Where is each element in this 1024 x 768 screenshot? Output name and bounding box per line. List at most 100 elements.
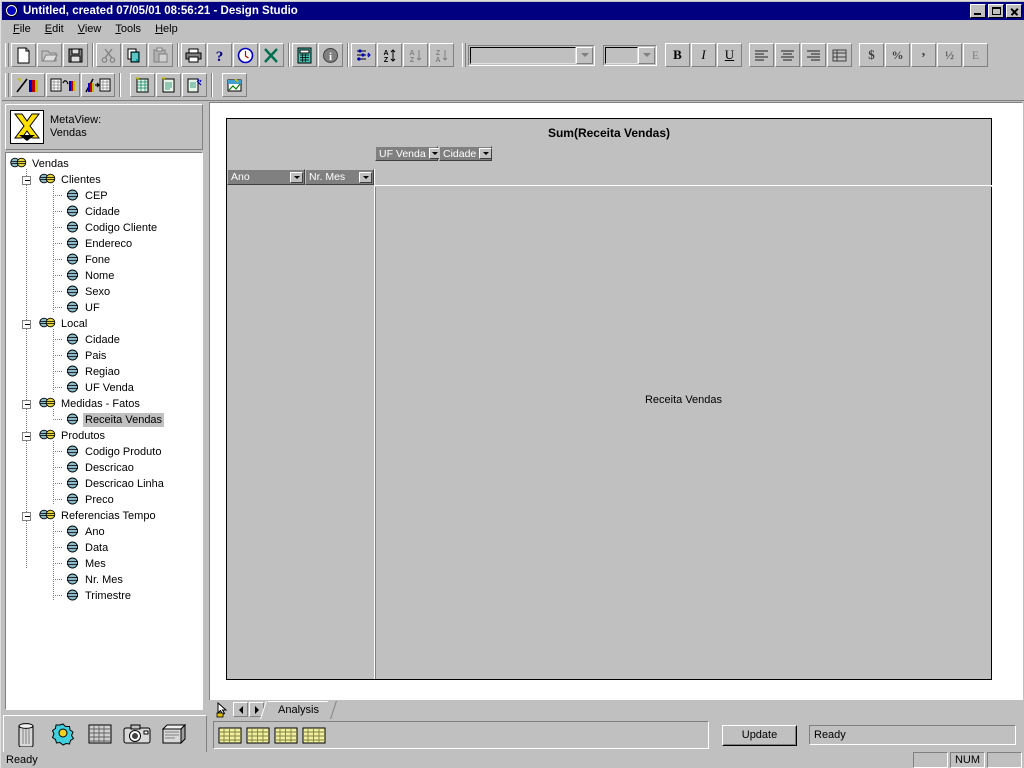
chevron-down-icon[interactable] <box>638 46 655 64</box>
tree-item-nr-mes[interactable]: Nr. Mes <box>50 572 125 588</box>
tab-analysis[interactable]: Analysis <box>268 700 329 719</box>
chevron-down-icon[interactable] <box>359 171 372 183</box>
font-size-value[interactable] <box>605 46 638 64</box>
sort-az-icon[interactable]: A Z <box>377 43 402 67</box>
archive-icon[interactable] <box>158 719 190 749</box>
font-name-combo[interactable] <box>468 44 595 66</box>
sheet-grid-icon-2[interactable] <box>245 725 271 745</box>
tree-item-preco[interactable]: Preco <box>50 492 116 508</box>
row-dimension-nr-mes[interactable]: Nr. Mes <box>305 169 374 185</box>
close-button[interactable] <box>1006 4 1022 18</box>
fraction-format-button[interactable]: ½ <box>937 43 962 67</box>
save-icon[interactable] <box>63 43 88 67</box>
tree-item-cidade-local[interactable]: Cidade <box>50 332 122 348</box>
tree-item-trimestre[interactable]: Trimestre <box>50 588 133 604</box>
tree-group-produtos[interactable]: Produtos <box>22 428 107 444</box>
report-wizard-icon[interactable] <box>182 73 207 97</box>
font-size-combo[interactable] <box>603 44 657 66</box>
tree-item-receita-vendas[interactable]: Receita Vendas <box>50 412 165 428</box>
tree-item-descricao-linha[interactable]: Descricao Linha <box>50 476 166 492</box>
analysis-document[interactable]: Sum(Receita Vendas) UF Venda Cidade Ano <box>226 118 992 680</box>
tab-prev-button[interactable] <box>233 702 248 717</box>
tree-group-medidas-fatos[interactable]: Medidas - Fatos <box>22 396 142 412</box>
menu-item-file[interactable]: File <box>6 22 38 37</box>
align-left-icon[interactable] <box>749 43 774 67</box>
excel-export-icon[interactable] <box>259 43 284 67</box>
collapse-toggle-icon[interactable] <box>22 431 31 441</box>
align-center-icon[interactable] <box>775 43 800 67</box>
italic-button[interactable]: I <box>691 43 716 67</box>
toolbar-grip-analysis[interactable] <box>4 73 9 97</box>
tree-item-nome[interactable]: Nome <box>50 268 116 284</box>
tree-group-clientes[interactable]: Clientes <box>22 172 103 188</box>
tree-item-uf-venda[interactable]: UF Venda <box>50 380 136 396</box>
image-edit-icon[interactable] <box>222 73 247 97</box>
tree-group-referencias-tempo[interactable]: Referencias Tempo <box>22 508 158 524</box>
page-dimension-uf-venda[interactable]: UF Venda <box>375 146 442 161</box>
collapse-toggle-icon[interactable] <box>22 319 31 329</box>
grid-view-icon[interactable] <box>84 719 116 749</box>
paste-icon[interactable] <box>148 43 173 67</box>
copy-icon[interactable] <box>122 43 147 67</box>
percent-format-button[interactable]: % <box>885 43 910 67</box>
row-dimension-ano[interactable]: Ano <box>227 169 305 185</box>
exponent-format-button[interactable]: E <box>963 43 988 67</box>
toolbar-grip[interactable] <box>4 43 9 67</box>
tree-item-fone[interactable]: Fone <box>50 252 112 268</box>
sheet-grid-icon-4[interactable] <box>301 725 327 745</box>
tree-item-descricao[interactable]: Descricao <box>50 460 136 476</box>
collapse-toggle-icon[interactable] <box>22 399 31 409</box>
camera-icon[interactable] <box>121 719 153 749</box>
tree-item-codigo-cliente[interactable]: Codigo Cliente <box>50 220 159 236</box>
pointer-hand-icon[interactable] <box>213 701 233 718</box>
maximize-button[interactable] <box>988 4 1004 18</box>
toolbar-grip-format[interactable] <box>461 43 466 67</box>
clock-icon[interactable] <box>233 43 258 67</box>
tree-item-uf[interactable]: UF <box>50 300 102 316</box>
tree-item-endereco[interactable]: Endereco <box>50 236 134 252</box>
cut-icon[interactable] <box>96 43 121 67</box>
sheet-grid-icon-1[interactable] <box>217 725 243 745</box>
bold-button[interactable]: B <box>665 43 690 67</box>
comma-format-button[interactable]: , <box>911 43 936 67</box>
chevron-down-icon[interactable] <box>479 148 493 159</box>
tree-item-mes[interactable]: Mes <box>50 556 108 572</box>
currency-format-button[interactable]: $ <box>859 43 884 67</box>
tree-item-pais[interactable]: Pais <box>50 348 108 364</box>
grid-to-chart-icon[interactable] <box>46 73 80 97</box>
filter-icon[interactable] <box>351 43 376 67</box>
underline-button[interactable]: U <box>717 43 742 67</box>
tree-root-vendas[interactable]: Vendas <box>10 156 71 172</box>
tree-item-cidade-clientes[interactable]: Cidade <box>50 204 122 220</box>
chevron-down-icon[interactable] <box>290 171 303 183</box>
new-chart-icon[interactable] <box>11 73 45 97</box>
tree-item-ano[interactable]: Ano <box>50 524 107 540</box>
sheet-grid-icon-3[interactable] <box>273 725 299 745</box>
settings-gear-icon[interactable] <box>47 719 79 749</box>
trash-icon[interactable] <box>10 719 42 749</box>
tree-item-cep[interactable]: CEP <box>50 188 110 204</box>
menu-item-edit[interactable]: Edit <box>38 22 71 37</box>
print-icon[interactable] <box>181 43 206 67</box>
menu-item-tools[interactable]: Tools <box>108 22 148 37</box>
calculator-icon[interactable] <box>292 43 317 67</box>
menu-item-help[interactable]: Help <box>148 22 185 37</box>
tree-item-regiao[interactable]: Regiao <box>50 364 122 380</box>
collapse-toggle-icon[interactable] <box>22 511 31 521</box>
open-icon[interactable] <box>37 43 62 67</box>
new-icon[interactable] <box>11 43 36 67</box>
font-name-value[interactable] <box>470 46 576 64</box>
new-report-icon[interactable] <box>130 73 155 97</box>
minimize-button[interactable] <box>970 4 986 18</box>
sort-ascending-icon[interactable]: A Z <box>403 43 428 67</box>
tree-group-local[interactable]: Local <box>22 316 89 332</box>
metaview-tree[interactable]: Vendas Clientes CEP Cidade Codigo Client… <box>5 152 203 710</box>
help-question-icon[interactable]: ? <box>207 43 232 67</box>
chevron-down-icon[interactable] <box>576 46 593 64</box>
tree-item-data[interactable]: Data <box>50 540 110 556</box>
info-icon[interactable]: i <box>318 43 343 67</box>
merge-cells-icon[interactable] <box>827 43 852 67</box>
collapse-toggle-icon[interactable] <box>22 175 31 185</box>
tree-item-sexo[interactable]: Sexo <box>50 284 112 300</box>
page-dimension-cidade[interactable]: Cidade <box>439 146 493 161</box>
